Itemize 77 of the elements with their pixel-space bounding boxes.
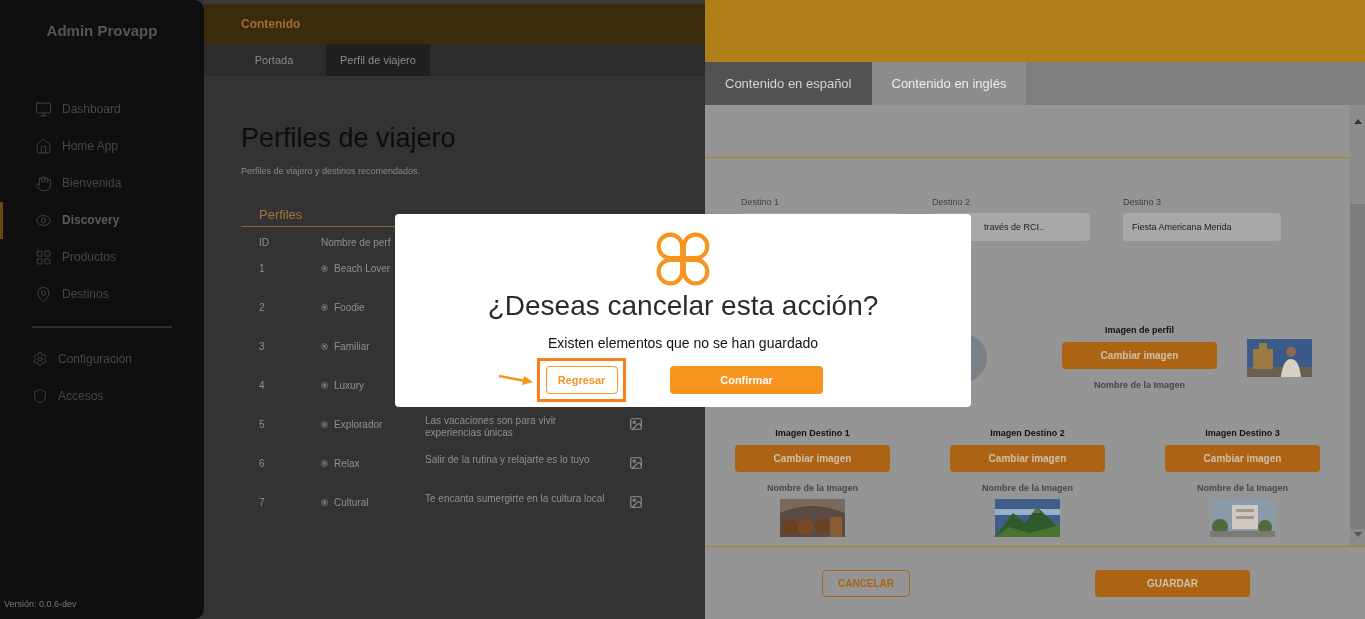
dot-icon (321, 421, 328, 428)
change-image-button[interactable]: Cambiar imagen (1165, 445, 1320, 472)
image-caption: Nombre de la Imagen (767, 482, 858, 495)
monitor-icon (35, 100, 52, 118)
table-cell-text: 2 (259, 301, 266, 315)
scrollbar[interactable] (1350, 105, 1365, 546)
dot-icon (321, 343, 328, 350)
table-cell-text: Las vacaciones son para vivir experiencias únicas (425, 415, 558, 439)
table-cell-text: Explorador (334, 418, 383, 432)
tab[interactable]: Contenido en inglés (871, 62, 1027, 105)
image-label: Imagen de perfil (1105, 323, 1174, 337)
image-label: Imagen Destino 3 (1205, 426, 1280, 440)
logo-icon (655, 231, 711, 287)
nav-item[interactable]: Discovery (0, 201, 196, 239)
nav-item[interactable]: Dashboard (0, 90, 196, 128)
dot-icon (321, 265, 328, 272)
section-title: Perfiles (259, 207, 303, 222)
dot-icon (321, 304, 328, 311)
table-cell-text: 3 (259, 340, 266, 354)
column-header: ID (259, 235, 270, 250)
table-cell-text: Foodie (334, 301, 365, 315)
grid-icon (35, 248, 52, 266)
table-cell-text: 5 (259, 418, 266, 432)
house-icon (35, 137, 52, 155)
image-icon (629, 417, 643, 431)
tab[interactable]: Perfil de viajero (326, 44, 430, 76)
field-label: Destino 1 (741, 196, 781, 209)
nav-item[interactable]: Accesos (0, 377, 204, 415)
table-cell-text: Beach Lover (334, 262, 391, 276)
page-subtitle: Perfiles de viajero y destinos recomendados. (241, 164, 422, 178)
nav-item[interactable]: Bienvenida (0, 164, 196, 202)
nav-item[interactable]: Destinos (0, 275, 196, 313)
settings-icon (32, 351, 48, 367)
back-button[interactable]: Regresar (545, 366, 618, 394)
dialog-title: ¿Deseas cancelar esta acción? (487, 289, 879, 323)
shield-icon (32, 388, 48, 404)
image-label: Imagen Destino 2 (990, 426, 1065, 440)
image-caption: Nombre de la Imagen (1197, 482, 1288, 495)
nav-item[interactable]: Home App (0, 127, 196, 165)
table-cell-text: 1 (259, 262, 266, 276)
table-cell-text: Familiar (334, 340, 370, 354)
change-image-button[interactable]: Cambiar imagen (950, 445, 1105, 472)
dot-icon (321, 460, 328, 467)
image-icon (629, 456, 643, 470)
table-cell-text: Salir de la rutina y relajarte es lo tuyo (425, 454, 591, 466)
table-cell-text: Te encanta sumergirte en la cultura local (425, 493, 606, 505)
table-cell-text: Relax (334, 457, 360, 471)
dot-icon (321, 382, 328, 389)
table-cell-text: 6 (259, 457, 266, 471)
image-caption: Nombre de la Imagen (982, 482, 1073, 495)
table-cell-text: Luxury (334, 379, 364, 393)
tab[interactable]: Contenido en español (705, 62, 872, 105)
input-field[interactable]: Fiesta Americana Merida (1123, 212, 1281, 241)
map-pin-icon (35, 285, 52, 303)
nav-item[interactable]: Configuración (0, 340, 204, 378)
cancel-button[interactable]: CANCELAR (822, 569, 910, 597)
change-image-button[interactable]: Cambiar imagen (735, 445, 890, 472)
dot-icon (321, 499, 328, 506)
nav-item[interactable]: Productos (0, 238, 196, 276)
image-caption: Nombre de la Imagen (1094, 379, 1185, 392)
change-image-button[interactable]: Cambiar imagen (1062, 342, 1217, 369)
app-title: Admin Provapp (46, 21, 158, 41)
dialog-message: Existen elementos que no se han guardado (547, 334, 819, 353)
version-label: Versión: 0.0.6-dev (3, 597, 78, 611)
save-button[interactable]: GUARDAR (1095, 569, 1250, 597)
table-cell-text: 7 (259, 496, 266, 510)
field-label: Destino 3 (1123, 196, 1163, 209)
table-cell-text: Cultural (334, 496, 369, 510)
image-label: Imagen Destino 1 (775, 426, 850, 440)
confirm-button[interactable]: Confirmar (670, 366, 823, 394)
tab[interactable]: Portada (222, 44, 326, 76)
field-label: Destino 2 (932, 196, 972, 209)
hand-icon (35, 174, 52, 192)
image-icon (629, 495, 643, 509)
table-cell-text: 4 (259, 379, 266, 393)
column-header: Nombre de perf (321, 235, 391, 250)
header-title: Contenido (241, 16, 301, 33)
